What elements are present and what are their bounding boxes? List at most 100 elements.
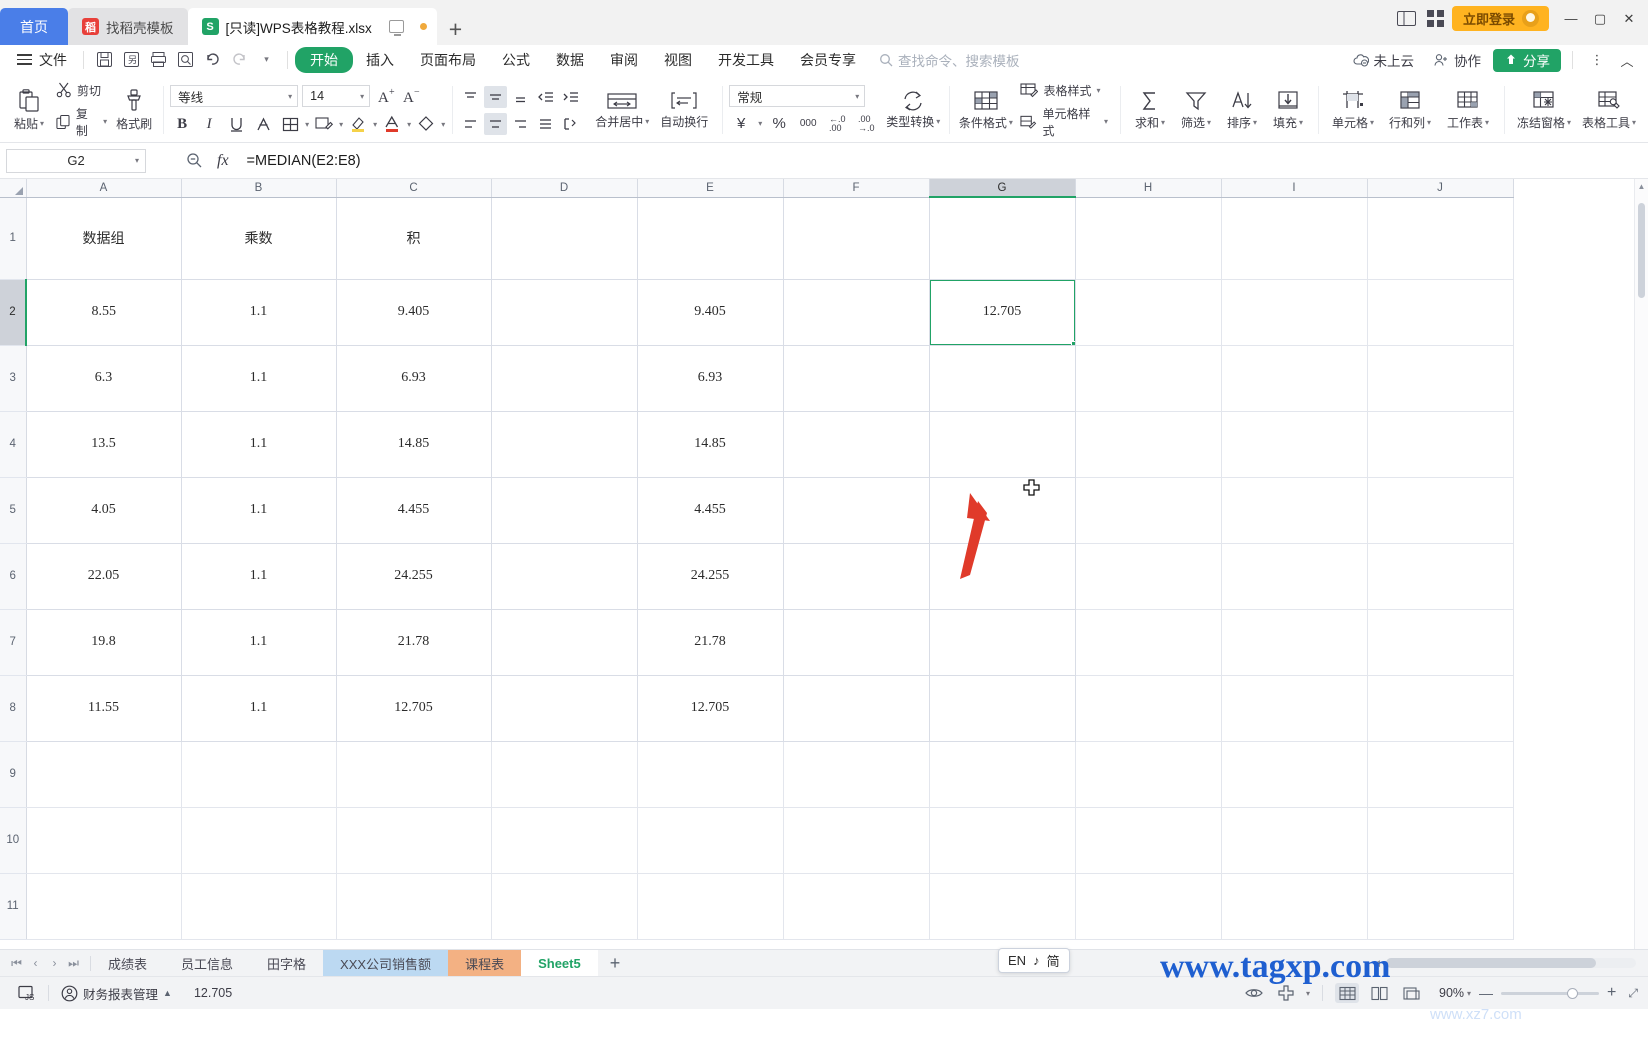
chevron-down-icon[interactable]: ▾ (1467, 989, 1471, 998)
cell-i10[interactable] (1221, 807, 1368, 874)
save-icon[interactable] (91, 48, 118, 72)
column-header-e[interactable]: E (637, 179, 784, 198)
zoom-formula-icon[interactable] (186, 152, 203, 169)
menu-item-data[interactable]: 数据 (543, 47, 597, 73)
chevron-down-icon[interactable]: ▾ (339, 120, 343, 129)
cell-f6[interactable] (783, 543, 930, 610)
cell-b9[interactable] (181, 741, 337, 808)
vertical-scrollbar[interactable]: ▲ (1634, 179, 1648, 949)
cell-a10[interactable] (26, 807, 182, 874)
cell-e4[interactable]: 14.85 (637, 411, 784, 478)
zoom-minus-button[interactable]: — (1479, 985, 1493, 1001)
sheet-tab-yuangongxinxi[interactable]: 员工信息 (164, 950, 250, 977)
row-header-4[interactable]: 4 (0, 411, 27, 478)
window-tab-home[interactable]: 首页 (0, 8, 68, 45)
eye-icon[interactable] (1242, 983, 1266, 1003)
cell-shading-button[interactable] (312, 113, 336, 136)
cell-c8[interactable]: 12.705 (336, 675, 492, 742)
cell-g6[interactable] (929, 543, 1076, 610)
decrease-indent-button[interactable] (534, 86, 557, 108)
cell-h1[interactable] (1075, 197, 1222, 280)
cell-b3[interactable]: 1.1 (181, 345, 337, 412)
cell-j7[interactable] (1367, 609, 1514, 676)
fill-button[interactable]: 填充 ▾ (1265, 80, 1311, 140)
fill-handle[interactable] (1070, 340, 1074, 344)
cloud-status[interactable]: 未上云 (1345, 50, 1423, 70)
cell-b5[interactable]: 1.1 (181, 477, 337, 544)
cell-c9[interactable] (336, 741, 492, 808)
cell-c3[interactable]: 6.93 (336, 345, 492, 412)
cell-i5[interactable] (1221, 477, 1368, 544)
cell-g3[interactable] (929, 345, 1076, 412)
cell-c6[interactable]: 24.255 (336, 543, 492, 610)
cell-d2[interactable] (491, 279, 638, 346)
cell-a1[interactable]: 数据组 (26, 197, 182, 280)
chevron-down-icon[interactable]: ▾ (305, 120, 309, 129)
align-right-button[interactable] (509, 113, 532, 135)
align-left-button[interactable] (459, 113, 482, 135)
cell-d8[interactable] (491, 675, 638, 742)
row-header-10[interactable]: 10 (0, 807, 27, 874)
table-tools-button[interactable]: 表格工具 ▾ (1577, 80, 1641, 140)
chevron-down-icon[interactable]: ▾ (758, 119, 762, 128)
cell-f11[interactable] (783, 873, 930, 940)
cell-e1[interactable] (637, 197, 784, 280)
cell-g11[interactable] (929, 873, 1076, 940)
cell-g10[interactable] (929, 807, 1076, 874)
align-middle-button[interactable] (484, 85, 508, 108)
table-style-button[interactable]: 表格样式 ▾ (1015, 80, 1113, 101)
column-header-g[interactable]: G (929, 179, 1076, 198)
command-search[interactable]: 查找命令、搜索模板 (879, 50, 1020, 70)
format-painter-button[interactable]: 格式刷 (112, 80, 156, 140)
cell-e3[interactable]: 6.93 (637, 345, 784, 412)
cell-style-button[interactable]: 单元格样式 ▾ (1015, 103, 1113, 141)
menu-item-insert[interactable]: 插入 (353, 47, 407, 73)
save-as-icon[interactable]: 另 (118, 48, 145, 72)
row-header-7[interactable]: 7 (0, 609, 27, 676)
cell-g7[interactable] (929, 609, 1076, 676)
paste-button[interactable]: 粘贴 ▾ (7, 80, 51, 140)
sheet-tab-sheet5[interactable]: Sheet5 (521, 949, 598, 977)
cell-h9[interactable] (1075, 741, 1222, 808)
vertical-scroll-thumb[interactable] (1638, 203, 1645, 298)
undo-icon[interactable] (199, 48, 226, 72)
cell-f7[interactable] (783, 609, 930, 676)
row-header-1[interactable]: 1 (0, 197, 27, 280)
customize-quick-access-icon[interactable]: ▾ (253, 48, 280, 72)
currency-format-button[interactable]: ¥ (729, 112, 753, 135)
sheet-tab-tianzige[interactable]: 田字格 (250, 950, 323, 977)
menu-item-page-layout[interactable]: 页面布局 (407, 47, 489, 73)
strikethrough-button[interactable] (251, 113, 275, 136)
comma-format-button[interactable]: 000 (796, 112, 820, 135)
close-button[interactable]: ✕ (1616, 7, 1642, 31)
bold-button[interactable]: B (170, 113, 194, 136)
cell-e7[interactable]: 21.78 (637, 609, 784, 676)
add-sheet-button[interactable]: + (598, 954, 633, 972)
cell-b7[interactable]: 1.1 (181, 609, 337, 676)
increase-indent-button[interactable] (559, 86, 582, 108)
sheet-nav-last[interactable]: ⏭ (65, 956, 82, 971)
cell-i2[interactable] (1221, 279, 1368, 346)
highlight-color-button[interactable] (346, 113, 370, 136)
column-header-a[interactable]: A (26, 179, 182, 198)
cell-e11[interactable] (637, 873, 784, 940)
menu-item-start[interactable]: 开始 (295, 46, 353, 73)
sort-button[interactable]: 排序 ▾ (1219, 80, 1265, 140)
cell-i9[interactable] (1221, 741, 1368, 808)
chevron-down-icon[interactable]: ▾ (373, 120, 377, 129)
page-break-icon[interactable] (1399, 983, 1423, 1003)
cell-f5[interactable] (783, 477, 930, 544)
row-header-5[interactable]: 5 (0, 477, 27, 544)
cell-j9[interactable] (1367, 741, 1514, 808)
merge-center-button[interactable]: 合并居中 ▾ (591, 80, 653, 140)
menu-item-review[interactable]: 审阅 (597, 47, 651, 73)
column-header-j[interactable]: J (1367, 179, 1514, 198)
cell-h11[interactable] (1075, 873, 1222, 940)
cell-a3[interactable]: 6.3 (26, 345, 182, 412)
cell-i3[interactable] (1221, 345, 1368, 412)
cell-f2[interactable] (783, 279, 930, 346)
cell-g4[interactable] (929, 411, 1076, 478)
cell-a6[interactable]: 22.05 (26, 543, 182, 610)
sheet-tab-chengjibiao[interactable]: 成绩表 (91, 950, 164, 977)
insert-function-icon[interactable]: fx (217, 152, 229, 170)
